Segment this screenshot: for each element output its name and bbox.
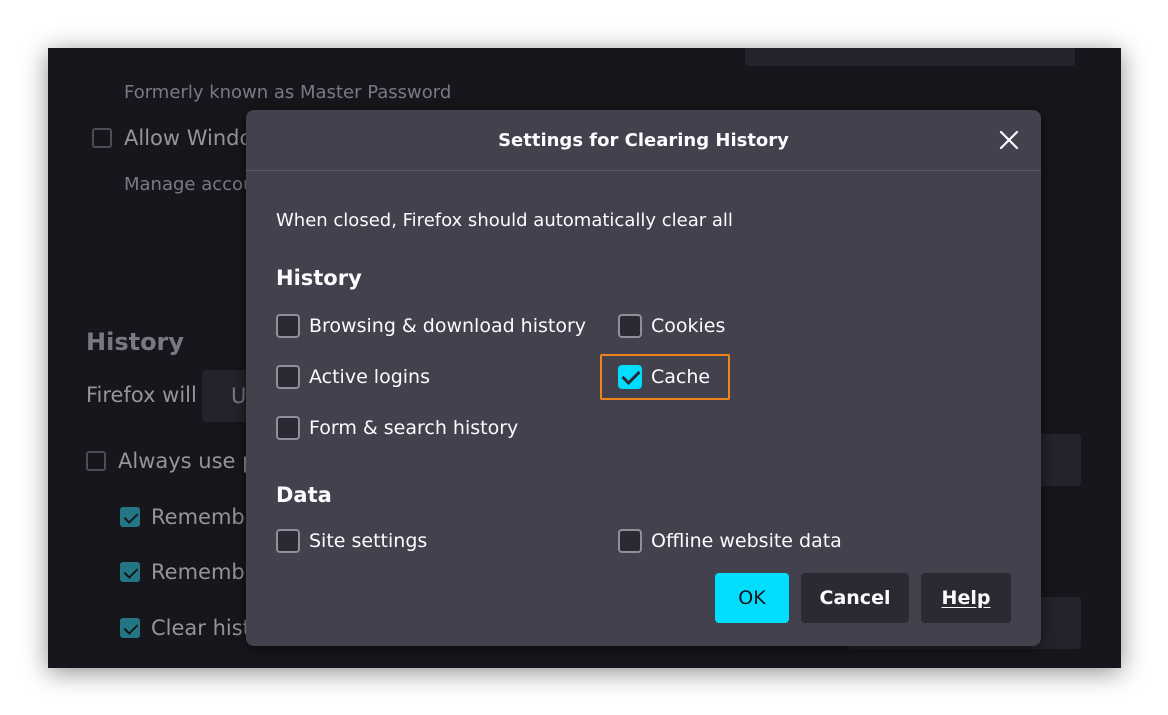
close-button[interactable] <box>995 126 1023 154</box>
browsing-history-checkbox[interactable] <box>276 314 300 338</box>
cookies-label: Cookies <box>651 315 726 337</box>
close-icon <box>999 130 1019 150</box>
help-button[interactable]: Help <box>921 573 1011 623</box>
clear-history-settings-dialog: Settings for Clearing History When close… <box>246 110 1041 646</box>
dialog-header: Settings for Clearing History <box>246 110 1041 171</box>
form-search-history-checkbox[interactable] <box>276 416 300 440</box>
site-settings-checkbox[interactable] <box>276 529 300 553</box>
cache-checkbox[interactable] <box>618 365 642 389</box>
site-settings-label: Site settings <box>309 530 428 552</box>
active-logins-option[interactable]: Active logins <box>276 365 430 389</box>
browsing-history-label: Browsing & download history <box>309 315 587 337</box>
cookies-option[interactable]: Cookies <box>618 314 725 338</box>
form-search-history-option[interactable]: Form & search history <box>276 416 518 440</box>
help-button-label: Help <box>941 587 991 609</box>
cookies-checkbox[interactable] <box>618 314 642 338</box>
site-settings-option[interactable]: Site settings <box>276 529 427 553</box>
active-logins-checkbox[interactable] <box>276 365 300 389</box>
data-section-heading: Data <box>276 483 332 507</box>
cache-label: Cache <box>651 366 711 388</box>
cancel-button[interactable]: Cancel <box>801 573 909 623</box>
history-section-heading: History <box>276 266 362 290</box>
active-logins-label: Active logins <box>309 366 430 388</box>
dialog-intro-text: When closed, Firefox should automaticall… <box>276 210 733 231</box>
ok-button[interactable]: OK <box>715 573 789 623</box>
offline-data-checkbox[interactable] <box>618 529 642 553</box>
browsing-history-option[interactable]: Browsing & download history <box>276 314 586 338</box>
offline-data-option[interactable]: Offline website data <box>618 529 842 553</box>
form-search-history-label: Form & search history <box>309 417 519 439</box>
offline-data-label: Offline website data <box>651 530 842 552</box>
cache-option[interactable]: Cache <box>618 365 710 389</box>
dialog-title: Settings for Clearing History <box>498 130 789 151</box>
